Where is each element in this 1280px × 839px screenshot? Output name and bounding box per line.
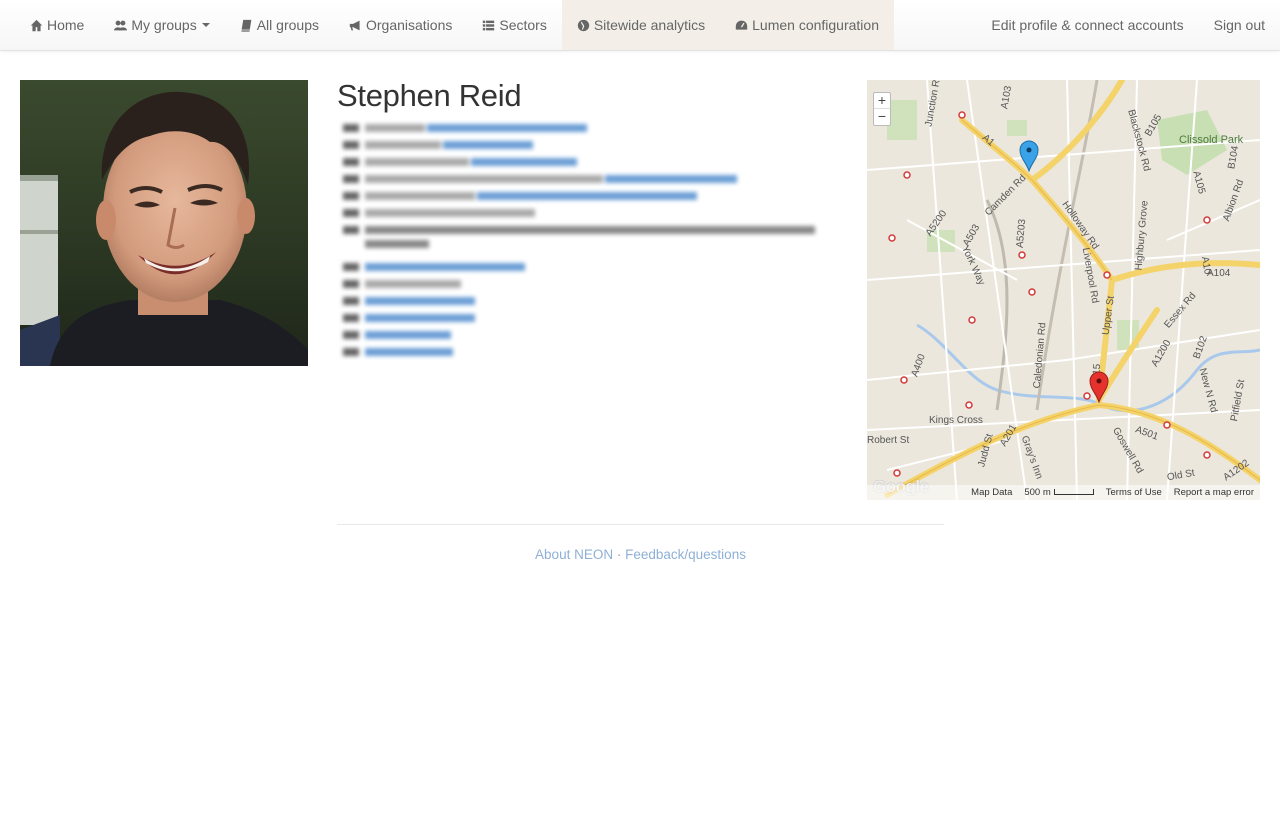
map-data-link[interactable]: Map Data xyxy=(971,487,1012,498)
map-marker-red[interactable] xyxy=(1089,371,1109,403)
book-icon xyxy=(240,19,253,32)
profile-details-redacted xyxy=(343,124,823,365)
nav-all-groups[interactable]: All groups xyxy=(225,0,334,50)
dashboard-icon xyxy=(735,19,748,32)
nav-organisations[interactable]: Organisations xyxy=(334,0,467,50)
detail-row xyxy=(343,263,823,271)
detail-row xyxy=(343,158,823,166)
nav-sitewide-analytics-label: Sitewide analytics xyxy=(593,17,706,33)
detail-row xyxy=(343,124,823,132)
nav-edit-profile-label: Edit profile & connect accounts xyxy=(991,17,1184,33)
detail-row xyxy=(343,192,823,200)
map-marker-blue[interactable] xyxy=(1019,140,1039,172)
list-icon xyxy=(482,19,495,32)
nav-home-label: Home xyxy=(47,17,85,33)
bullhorn-icon xyxy=(349,19,362,32)
detail-row xyxy=(343,209,823,217)
top-navbar: Home My groups All groups Organisations … xyxy=(0,0,1280,51)
home-icon xyxy=(30,19,43,32)
detail-row xyxy=(343,175,823,183)
detail-row xyxy=(343,297,823,305)
nav-lumen-configuration[interactable]: Lumen configuration xyxy=(720,0,894,50)
map-scale-label: 500 m xyxy=(1024,487,1051,498)
detail-row xyxy=(343,226,823,254)
nav-sectors-label: Sectors xyxy=(499,17,547,33)
nav-my-groups[interactable]: My groups xyxy=(99,0,224,50)
nav-edit-profile[interactable]: Edit profile & connect accounts xyxy=(976,0,1198,50)
chevron-down-icon xyxy=(201,23,210,27)
footer-separator: · xyxy=(616,547,622,562)
profile-name: Stephen Reid xyxy=(337,78,522,113)
detail-row xyxy=(343,141,823,149)
profile-photo-image xyxy=(20,80,308,366)
nav-organisations-label: Organisations xyxy=(365,17,453,33)
globe-icon xyxy=(577,19,590,32)
detail-row xyxy=(343,314,823,322)
about-link[interactable]: About NEON xyxy=(535,547,613,562)
nav-left: Home My groups All groups Organisations … xyxy=(15,0,894,50)
users-icon xyxy=(114,19,128,32)
nav-sectors[interactable]: Sectors xyxy=(467,0,561,50)
nav-sitewide-analytics[interactable]: Sitewide analytics xyxy=(561,0,721,50)
map-report-link[interactable]: Report a map error xyxy=(1174,487,1254,498)
location-map[interactable]: Clissold Park Holloway Rd Camden Rd York… xyxy=(867,80,1260,500)
map-scale-bar xyxy=(1053,489,1094,496)
nav-home[interactable]: Home xyxy=(15,0,99,50)
detail-row xyxy=(343,280,823,288)
nav-my-groups-label: My groups xyxy=(131,17,197,33)
detail-row xyxy=(343,331,823,339)
nav-right: Edit profile & connect accounts Sign out xyxy=(976,0,1280,50)
map-label-robert-st: Robert St xyxy=(867,435,910,446)
detail-row xyxy=(343,348,823,356)
nav-all-groups-label: All groups xyxy=(256,17,319,33)
map-footer: Map Data 500 m Terms of Use Report a map… xyxy=(867,485,1260,500)
map-zoom-out-button[interactable]: − xyxy=(874,109,890,125)
nav-sign-out-label: Sign out xyxy=(1213,17,1265,33)
feedback-link[interactable]: Feedback/questions xyxy=(625,547,746,562)
page-footer: About NEON · Feedback/questions xyxy=(337,547,944,562)
footer-divider xyxy=(337,524,944,525)
nav-sign-out[interactable]: Sign out xyxy=(1199,0,1280,50)
profile-photo xyxy=(20,80,308,366)
map-terms-link[interactable]: Terms of Use xyxy=(1106,487,1162,498)
map-zoom-control: + − xyxy=(873,92,891,126)
map-scale: 500 m xyxy=(1024,487,1094,498)
map-zoom-in-button[interactable]: + xyxy=(874,93,890,109)
map-label-clissold-park: Clissold Park xyxy=(1179,134,1244,146)
map-label-kings-cross: Kings Cross xyxy=(929,415,983,426)
nav-lumen-configuration-label: Lumen configuration xyxy=(752,17,879,33)
